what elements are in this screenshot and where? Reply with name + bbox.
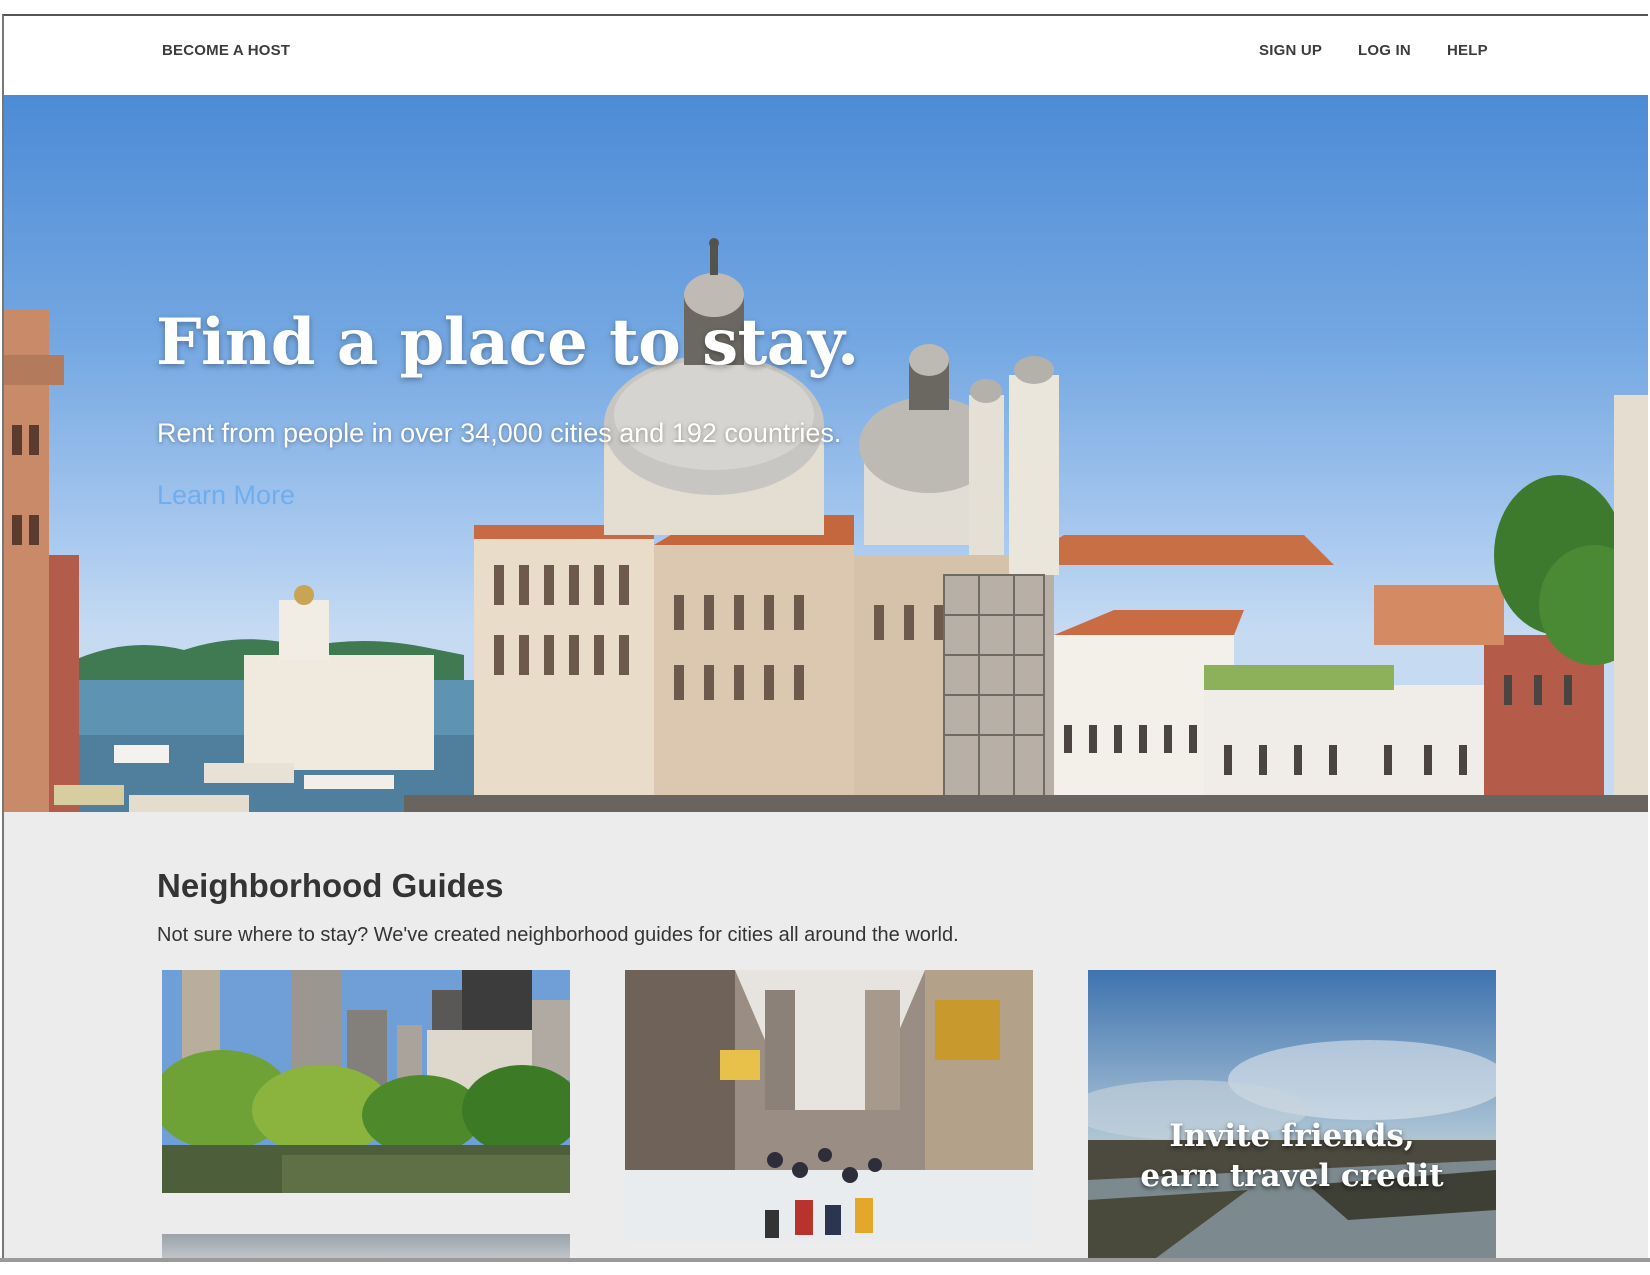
central-park-image <box>162 970 570 1193</box>
invite-line-2: earn travel credit <box>1140 1158 1444 1194</box>
become-a-host-link[interactable]: BECOME A HOST <box>162 42 290 59</box>
neighborhood-guides-description: Not sure where to stay? We've created ne… <box>157 924 959 946</box>
top-navigation-bar: BECOME A HOST SIGN UP LOG IN HELP <box>4 16 1648 95</box>
log-in-link[interactable]: LOG IN <box>1358 42 1411 59</box>
window-bottom-edge <box>0 1258 1650 1262</box>
learn-more-link[interactable]: Learn More <box>157 480 295 511</box>
hero-subtitle: Rent from people in over 34,000 cities a… <box>157 418 842 448</box>
help-link[interactable]: HELP <box>1447 42 1488 59</box>
sign-up-link[interactable]: SIGN UP <box>1259 42 1322 59</box>
browser-window: BECOME A HOST SIGN UP LOG IN HELP Find a… <box>2 14 1648 1262</box>
invite-friends-text: Invite friends, earn travel credit <box>1088 1116 1496 1196</box>
venice-skyline-image <box>4 238 1648 812</box>
hero-title: Find a place to stay. <box>156 305 859 380</box>
hero-banner: Find a place to stay. Rent from people i… <box>4 95 1648 812</box>
neighborhood-guides-heading: Neighborhood Guides <box>157 867 504 904</box>
invite-line-1: Invite friends, <box>1169 1118 1415 1154</box>
invite-friends-card[interactable]: Invite friends, earn travel credit <box>1088 970 1496 1262</box>
guide-card-new-york[interactable] <box>162 970 570 1193</box>
guide-card-street[interactable] <box>625 970 1033 1242</box>
snowy-street-image <box>625 970 1033 1242</box>
